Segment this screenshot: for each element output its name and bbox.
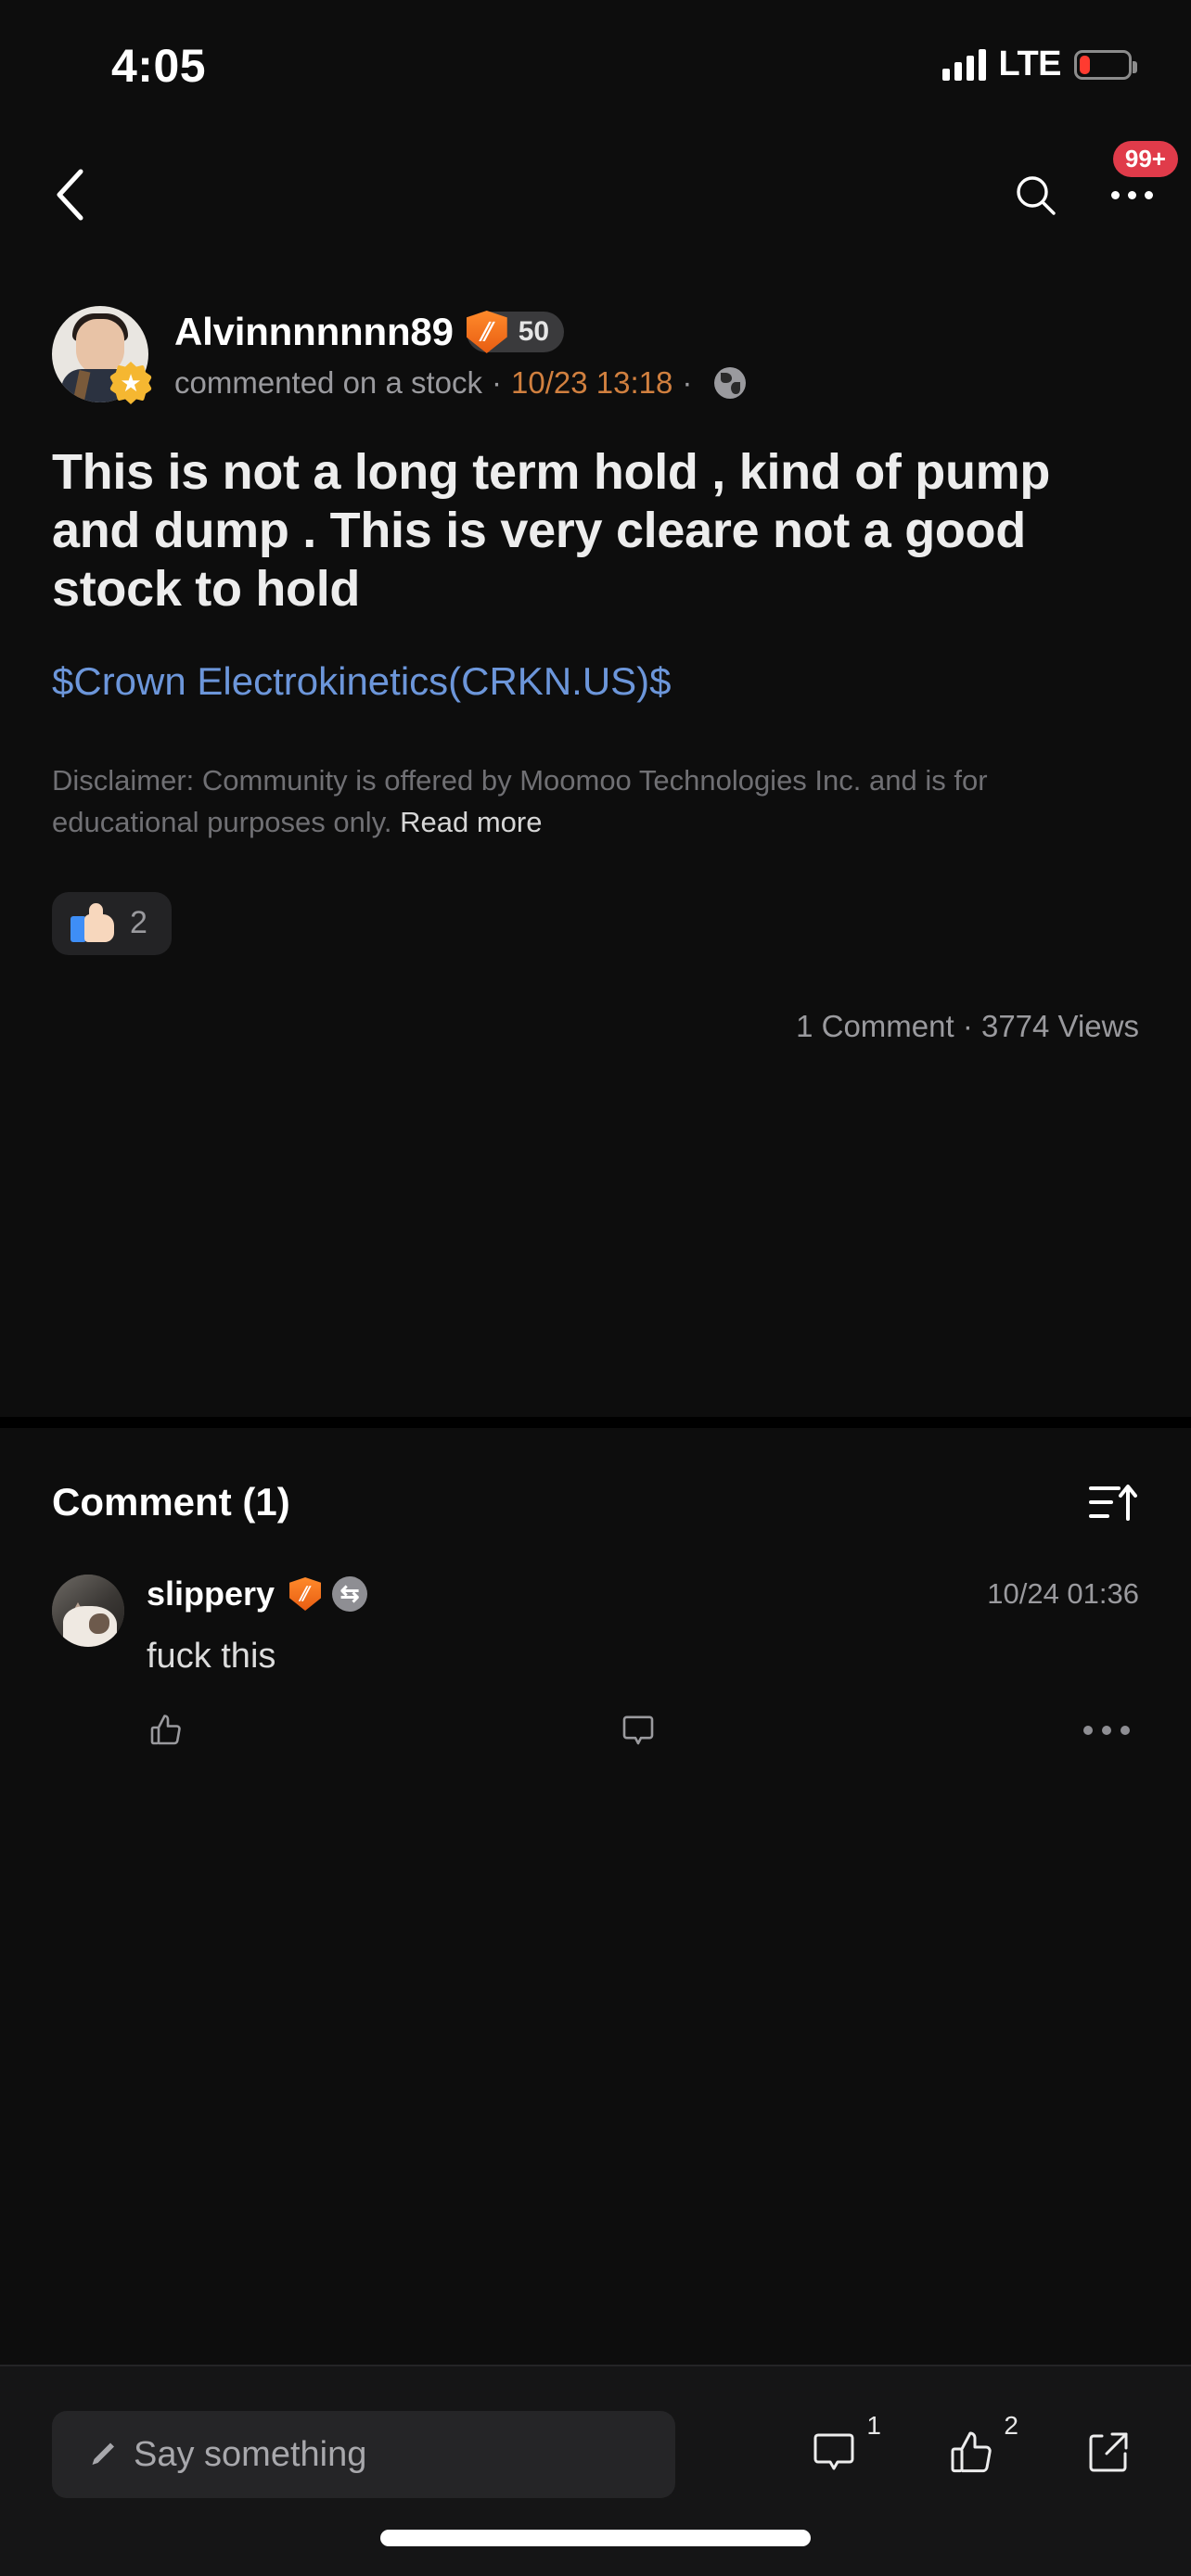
stock-ticker-link[interactable]: $Crown Electrokinetics(CRKN.US)$ (0, 619, 1191, 708)
network-type-label: LTE (998, 45, 1062, 83)
bottom-comment-button[interactable]: 1 (800, 2409, 881, 2496)
shield-glyph: ⫽ (298, 1583, 313, 1605)
post-disclaimer: Disclaimer: Community is offered by Moom… (0, 707, 1191, 844)
comment-input[interactable]: Say something (52, 2411, 675, 2498)
reaction-count: 2 (130, 905, 147, 941)
more-horizontal-icon (1110, 190, 1153, 199)
search-icon (1017, 176, 1056, 215)
home-indicator (380, 2530, 811, 2546)
comment-actions (147, 1711, 1139, 1750)
chevron-left-icon (57, 169, 83, 221)
meta-separator-1: · (492, 365, 502, 400)
sort-ascending-icon (1089, 1485, 1137, 1521)
comment-author-badges: ⫽ ⇆ (289, 1576, 368, 1612)
exchange-badge-icon: ⇆ (332, 1576, 368, 1612)
comment-main: slippery ⫽ ⇆ 10/24 01:36 fuck this (147, 1575, 1139, 1750)
share-icon (1089, 2432, 1128, 2472)
author-level-badge[interactable]: ⫽ 50 (466, 311, 565, 353)
moomoo-shield-icon: ⫽ (289, 1577, 322, 1611)
like-count-badge: 2 (1004, 2411, 1018, 2440)
globe-public-icon (714, 367, 747, 399)
author-level-value: 50 (518, 316, 550, 347)
comment-reply-button[interactable] (258, 1711, 1018, 1750)
bottom-share-button[interactable] (1074, 2409, 1143, 2496)
comment-header: slippery ⫽ ⇆ 10/24 01:36 (147, 1575, 1139, 1613)
battery-low-icon (1074, 49, 1137, 80)
nav-right-actions: 99+ (1000, 141, 1178, 230)
back-button[interactable] (33, 159, 104, 230)
comments-section: Comment (1) slippery ⫽ ⇆ 10/24 01:36 fuc… (0, 1428, 1191, 1750)
cat-avatar[interactable] (52, 1575, 124, 1647)
bottom-action-bar: Say something 1 2 (0, 2365, 1191, 2576)
status-bar: 4:05 LTE (0, 0, 1191, 139)
comments-title: Comment (1) (52, 1480, 290, 1524)
bottom-actions: 1 2 (800, 2409, 1143, 2496)
author-avatar-wrapper[interactable]: ★ (52, 306, 152, 404)
comment-bubble-icon (813, 2433, 854, 2470)
sort-button[interactable] (1085, 1478, 1139, 1526)
more-options-button[interactable]: 99+ (1096, 141, 1178, 230)
app-screen: 4:05 LTE 99+ ★ Alvinnnnnnn89 ⫽ 50 commen… (0, 0, 1191, 2576)
author-meta: Alvinnnnnnn89 ⫽ 50 commented on a stock … (174, 306, 747, 402)
status-bar-time: 4:05 (111, 40, 207, 92)
author-name[interactable]: Alvinnnnnnn89 (174, 310, 454, 354)
comment-input-placeholder: Say something (134, 2434, 367, 2474)
comment-author-name[interactable]: slippery (147, 1575, 275, 1613)
status-bar-indicators: LTE (941, 45, 1137, 84)
section-divider (0, 1417, 1191, 1428)
post-action-label: commented on a stock (174, 365, 482, 400)
comment-like-button[interactable] (147, 1711, 258, 1750)
notification-badge: 99+ (1112, 141, 1178, 177)
post-container: ★ Alvinnnnnnn89 ⫽ 50 commented on a stoc… (0, 278, 1191, 1044)
post-author-row: ★ Alvinnnnnnn89 ⫽ 50 commented on a stoc… (0, 278, 1191, 404)
comment-timestamp: 10/24 01:36 (987, 1577, 1139, 1610)
comment-bubble-outline-icon (622, 1715, 654, 1745)
thumbs-up-emoji (70, 902, 115, 944)
moomoo-shield-icon: ⫽ (466, 311, 507, 353)
signal-bars-icon (941, 48, 986, 81)
post-meta-row: commented on a stock · 10/23 13:18 · (174, 365, 747, 401)
shield-glyph: ⫽ (478, 317, 496, 346)
post-body-text: This is not a long term hold , kind of p… (52, 444, 1051, 618)
comment-text: fuck this (147, 1637, 276, 1676)
thumbs-up-outline-icon (150, 1715, 181, 1745)
more-horizontal-icon (1083, 1726, 1130, 1736)
author-name-row: Alvinnnnnnn89 ⫽ 50 (174, 310, 746, 354)
post-reaction-row: 2 (0, 844, 1191, 955)
reaction-chip-thumbs-up[interactable]: 2 (52, 891, 172, 955)
pencil-icon (85, 2438, 119, 2471)
comment-count-badge: 1 (866, 2411, 881, 2440)
comments-header: Comment (1) (0, 1428, 1191, 1526)
list-item: slippery ⫽ ⇆ 10/24 01:36 fuck this (0, 1526, 1191, 1750)
read-more-link[interactable]: Read more (400, 806, 542, 838)
meta-separator-2: · (682, 365, 693, 400)
post-timestamp: 10/23 13:18 (511, 365, 673, 400)
thumbs-up-icon (951, 2431, 992, 2473)
comment-more-button[interactable] (1018, 1726, 1130, 1736)
navigation-bar: 99+ (0, 139, 1191, 250)
bottom-like-button[interactable]: 2 (937, 2409, 1018, 2496)
search-button[interactable] (1000, 159, 1070, 230)
post-stats: 1 Comment · 3774 Views (796, 1008, 1139, 1043)
